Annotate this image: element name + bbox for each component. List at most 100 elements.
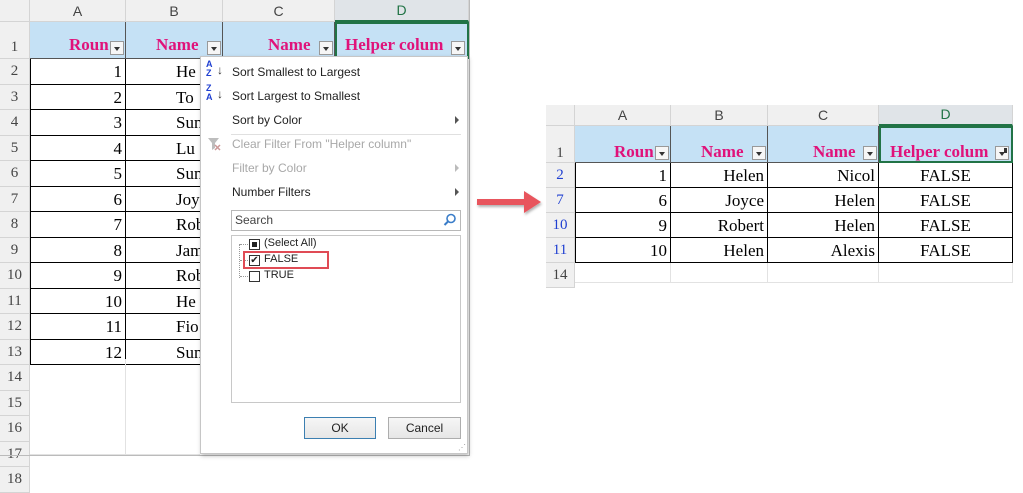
cell-round[interactable]: 5	[30, 161, 126, 187]
cell-round[interactable]: 6	[30, 186, 126, 212]
cell-helper[interactable]: FALSE	[879, 188, 1013, 213]
row-header[interactable]: 1	[546, 126, 575, 163]
filter-dropdown-button[interactable]	[319, 41, 333, 55]
cell-name[interactable]: Sun	[126, 110, 200, 136]
empty-cells	[671, 263, 768, 283]
filter-dropdown-button[interactable]	[655, 146, 669, 160]
cell-name-2[interactable]: Alexis	[768, 238, 879, 263]
cell-round[interactable]: 6	[575, 188, 671, 213]
cell-helper[interactable]: FALSE	[879, 163, 1013, 188]
cell-name[interactable]: Rob	[126, 263, 200, 289]
column-header-b[interactable]: B	[126, 0, 223, 22]
cell-round[interactable]: 1	[575, 163, 671, 188]
unchecked-checkbox[interactable]	[249, 271, 260, 282]
header-label-name-2: Name	[813, 142, 856, 161]
option-label: (Select All)	[264, 237, 317, 249]
cell-name[interactable]: Helen	[671, 163, 768, 188]
row-header[interactable]: 8	[0, 212, 30, 238]
cell-name[interactable]: Jam	[126, 238, 200, 263]
cell-name[interactable]: Robert	[671, 213, 768, 238]
cell-name[interactable]: He	[126, 59, 200, 85]
row-header[interactable]: 11	[0, 288, 30, 314]
column-header-a[interactable]: A	[575, 105, 671, 126]
select-all-corner[interactable]	[546, 105, 575, 126]
ok-button[interactable]: OK	[304, 417, 376, 439]
row-header[interactable]: 16	[0, 416, 30, 442]
filter-dropdown-button-active[interactable]	[451, 41, 465, 55]
cell-round[interactable]: 7	[30, 212, 126, 238]
sort-arrow-down-icon: ↓	[217, 87, 223, 101]
cell-name[interactable]: To	[126, 85, 200, 110]
cancel-button[interactable]: Cancel	[388, 417, 461, 439]
row-header[interactable]: 7	[0, 186, 30, 212]
row-header[interactable]: 2	[546, 163, 575, 188]
row-header[interactable]: 18	[0, 467, 30, 493]
row-header[interactable]: 7	[546, 188, 575, 213]
menu-item-clear-filter: Clear Filter From "Helper column"	[232, 137, 412, 151]
row-header[interactable]: 13	[0, 339, 30, 365]
column-header-b[interactable]: B	[671, 105, 768, 126]
cell-name[interactable]: Lu	[126, 136, 200, 161]
cell-round[interactable]: 9	[575, 213, 671, 238]
cell-name-2[interactable]: Helen	[768, 213, 879, 238]
cell-name-2[interactable]: Helen	[768, 188, 879, 213]
filter-dropdown-button[interactable]	[207, 41, 221, 55]
cell-name[interactable]: Rob	[126, 212, 200, 238]
tree-line	[239, 244, 241, 278]
cell-round[interactable]: 10	[575, 238, 671, 263]
resize-grip-icon[interactable]: ⋰	[458, 443, 466, 452]
menu-item-sort-by-color[interactable]: Sort by Color	[232, 111, 302, 129]
cell-name[interactable]: Fio	[126, 314, 200, 340]
row-header[interactable]: 10	[546, 213, 575, 238]
column-header-c[interactable]: C	[768, 105, 879, 126]
column-header-a[interactable]: A	[30, 0, 126, 22]
cell-helper[interactable]: FALSE	[879, 238, 1013, 263]
row-header[interactable]: 6	[0, 161, 30, 187]
row-header[interactable]: 9	[0, 237, 30, 263]
cell-round[interactable]: 9	[30, 263, 126, 289]
cell-name-2[interactable]: Nicol	[768, 163, 879, 188]
header-label-round: Roun	[69, 35, 109, 54]
filter-dropdown-button[interactable]	[863, 146, 877, 160]
row-header[interactable]: 2	[0, 59, 30, 85]
row-header[interactable]: 5	[0, 135, 30, 161]
header-cell-helper[interactable]: Helper colum	[879, 126, 1013, 163]
cell-name[interactable]: Sun	[126, 161, 200, 187]
header-cell-name: Name	[671, 126, 768, 163]
menu-item-sort-largest-to-smallest[interactable]: Sort Largest to Smallest	[232, 87, 360, 105]
row-header[interactable]: 14	[546, 263, 575, 288]
cell-name[interactable]: Helen	[671, 238, 768, 263]
column-header-d[interactable]: D	[879, 105, 1013, 126]
cell-round[interactable]: 11	[30, 314, 126, 340]
row-header[interactable]: 3	[0, 84, 30, 110]
cell-round[interactable]: 10	[30, 288, 126, 314]
filter-search-box[interactable]: Search	[231, 210, 461, 231]
menu-item-sort-smallest-to-largest[interactable]: Sort Smallest to Largest	[232, 63, 360, 81]
cell-round[interactable]: 8	[30, 237, 126, 263]
select-all-corner[interactable]	[0, 0, 30, 22]
row-header[interactable]: 15	[0, 390, 30, 416]
row-header[interactable]: 1	[0, 22, 30, 59]
cell-name[interactable]: Joy	[126, 187, 200, 212]
column-header-d[interactable]: D	[335, 0, 469, 22]
cell-round[interactable]: 3	[30, 110, 126, 136]
cell-name[interactable]: He	[126, 289, 200, 314]
cell-name[interactable]: Joyce	[671, 188, 768, 213]
menu-item-number-filters[interactable]: Number Filters	[232, 183, 311, 201]
row-header[interactable]: 10	[0, 263, 30, 289]
row-header[interactable]: 14	[0, 365, 30, 391]
row-header[interactable]: 4	[0, 110, 30, 136]
header-cell-helper[interactable]: Helper colum	[335, 22, 469, 59]
cell-round[interactable]: 4	[30, 135, 126, 161]
filter-dropdown-button[interactable]	[110, 41, 124, 55]
sort-arrow-down-icon: ↓	[217, 63, 223, 77]
cell-round[interactable]: 2	[30, 84, 126, 110]
row-header[interactable]: 12	[0, 314, 30, 340]
cell-helper[interactable]: FALSE	[879, 213, 1013, 238]
filter-active-button[interactable]	[995, 146, 1009, 160]
row-header[interactable]: 11	[546, 238, 575, 263]
filter-dropdown-button[interactable]	[752, 146, 766, 160]
partial-checkbox[interactable]	[249, 239, 260, 250]
cell-round[interactable]: 1	[30, 59, 126, 85]
column-header-c[interactable]: C	[223, 0, 335, 22]
